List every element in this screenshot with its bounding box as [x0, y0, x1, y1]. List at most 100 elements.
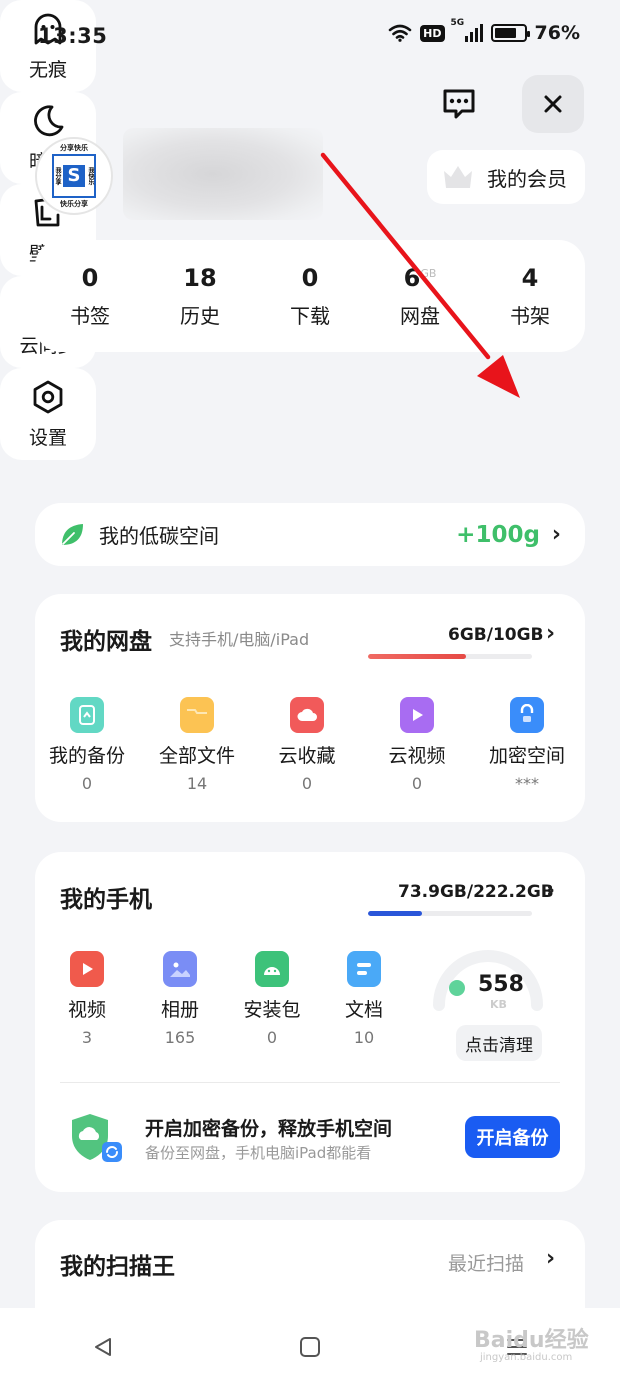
- watermark-url: jingyan.baidu.com: [480, 1352, 573, 1363]
- stat-label: 下载: [290, 303, 330, 328]
- video-icon: [70, 951, 104, 987]
- backup-icon: [70, 697, 104, 733]
- vip-button[interactable]: 我的会员: [427, 150, 585, 204]
- grid-label: 文档: [344, 999, 383, 1021]
- gear-icon: [33, 380, 63, 413]
- android-icon: [255, 951, 289, 987]
- status-icons: HD 5G 76%: [388, 18, 580, 44]
- netdisk-item-secure-space[interactable]: 加密空间 ***: [472, 697, 582, 793]
- stat-value: 6GB: [403, 263, 437, 292]
- chevron-right-icon: ›: [551, 522, 561, 547]
- stat-value: 18: [183, 263, 217, 292]
- divider: [60, 1082, 560, 1083]
- shield-backup-icon: [70, 1112, 124, 1168]
- phone-item-documents[interactable]: 文档 10: [309, 951, 419, 1047]
- message-icon: [443, 89, 475, 119]
- phone-usage-fill: [368, 911, 423, 916]
- close-icon: [544, 95, 562, 113]
- grid-value: 3: [81, 1028, 93, 1047]
- avatar-logo: 我分享 S 我快乐: [52, 154, 96, 198]
- avatar-logo-left: 我分享: [54, 167, 61, 185]
- grid-label: 加密空间: [488, 745, 565, 767]
- stat-label: 书架: [510, 303, 550, 328]
- stat-netdisk[interactable]: 6GB 网盘: [365, 240, 475, 352]
- username-blurred: [123, 128, 323, 220]
- grid-label: 云视频: [388, 745, 446, 767]
- moon-icon: [34, 104, 64, 136]
- stats-card: 0 书签 18 历史 0 下载 6GB 网盘 4 书架: [35, 240, 585, 352]
- hd-badge: HD: [420, 24, 445, 42]
- network-type: 5G: [450, 18, 465, 28]
- home-icon[interactable]: [298, 1335, 322, 1359]
- back-icon[interactable]: [91, 1335, 115, 1359]
- grid-value: 10: [353, 1028, 375, 1047]
- stat-unit: GB: [420, 266, 437, 280]
- signal-icon: 5G: [451, 18, 483, 42]
- grid-label: 云收藏: [278, 745, 336, 767]
- leaf-icon: [62, 523, 83, 545]
- stat-bookmarks[interactable]: 0 书签: [35, 240, 145, 352]
- stat-downloads[interactable]: 0 下载: [255, 240, 365, 352]
- netdisk-usage-bar: [368, 654, 532, 659]
- recent-scans-link[interactable]: 最近扫描: [448, 1249, 524, 1276]
- cloud-video-icon: [400, 697, 434, 733]
- netdisk-usage-fill: [368, 654, 467, 659]
- netdisk-item-all-files[interactable]: 全部文件 14: [142, 697, 252, 793]
- junk-unit: KB: [490, 998, 507, 1011]
- chevron-right-icon[interactable]: ›: [546, 621, 555, 646]
- grid-value: 165: [164, 1028, 196, 1047]
- tool-label: 设置: [28, 426, 67, 449]
- tool-settings[interactable]: 设置: [0, 368, 96, 460]
- clean-button[interactable]: 点击清理: [456, 1025, 542, 1061]
- grid-value: ***: [515, 774, 539, 793]
- battery-icon: [490, 24, 530, 42]
- stat-value: 0: [301, 263, 319, 292]
- grid-label: 相册: [160, 999, 199, 1021]
- enable-backup-button[interactable]: 开启备份: [465, 1116, 560, 1158]
- folder-icon: [180, 697, 214, 733]
- stat-history[interactable]: 18 历史: [145, 240, 255, 352]
- battery-level: 76%: [534, 22, 580, 44]
- netdisk-usage: 6GB/10GB: [448, 625, 544, 645]
- album-icon: [163, 951, 197, 987]
- lock-icon: [510, 697, 544, 733]
- chevron-right-icon[interactable]: ›: [546, 878, 555, 903]
- phone-usage-bar: [368, 911, 532, 916]
- grid-value: 0: [81, 774, 93, 793]
- netdisk-item-cloud-video[interactable]: 云视频 0: [362, 697, 472, 793]
- carbon-label: 我的低碳空间: [99, 524, 219, 548]
- phone-title[interactable]: 我的手机: [60, 880, 152, 914]
- avatar-logo-top: 分享快乐: [60, 144, 88, 152]
- avatar-logo-s: S: [63, 165, 85, 187]
- grid-label: 我的备份: [48, 745, 125, 767]
- avatar-logo-right: 我快乐: [87, 167, 94, 185]
- document-icon: [347, 951, 381, 987]
- netdisk-item-backup[interactable]: 我的备份 0: [32, 697, 142, 793]
- chevron-right-icon[interactable]: ›: [546, 1246, 555, 1271]
- netdisk-subtitle: 支持手机/电脑/iPad: [169, 630, 310, 649]
- grid-label: 视频: [67, 999, 106, 1021]
- wifi-icon: [388, 24, 412, 42]
- avatar[interactable]: 分享快乐 我分享 S 我快乐 快乐分享: [35, 137, 113, 215]
- grid-value: 14: [186, 774, 208, 793]
- stat-label: 历史: [180, 303, 220, 328]
- grid-value: 0: [301, 774, 313, 793]
- stat-bookshelf[interactable]: 4 书架: [475, 240, 585, 352]
- tool-label: 无痕: [28, 58, 67, 81]
- close-button[interactable]: [522, 75, 584, 133]
- phone-usage: 73.9GB/222.2GB: [398, 882, 554, 902]
- cloud-favorite-icon: [290, 697, 324, 733]
- vip-label: 我的会员: [487, 166, 567, 191]
- crown-icon: [444, 166, 472, 188]
- netdisk-item-cloud-favorites[interactable]: 云收藏 0: [252, 697, 362, 793]
- grid-label: 安装包: [243, 999, 301, 1021]
- grid-value: 0: [411, 774, 423, 793]
- grid-label: 全部文件: [158, 745, 235, 767]
- junk-value: 558: [478, 972, 524, 997]
- low-carbon-row[interactable]: 我的低碳空间 +100g ›: [35, 503, 585, 566]
- netdisk-title[interactable]: 我的网盘: [60, 622, 152, 656]
- scanner-title[interactable]: 我的扫描王: [60, 1247, 175, 1281]
- avatar-logo-bottom: 快乐分享: [60, 200, 88, 208]
- message-button[interactable]: [428, 75, 490, 133]
- stat-value: 4: [521, 263, 539, 292]
